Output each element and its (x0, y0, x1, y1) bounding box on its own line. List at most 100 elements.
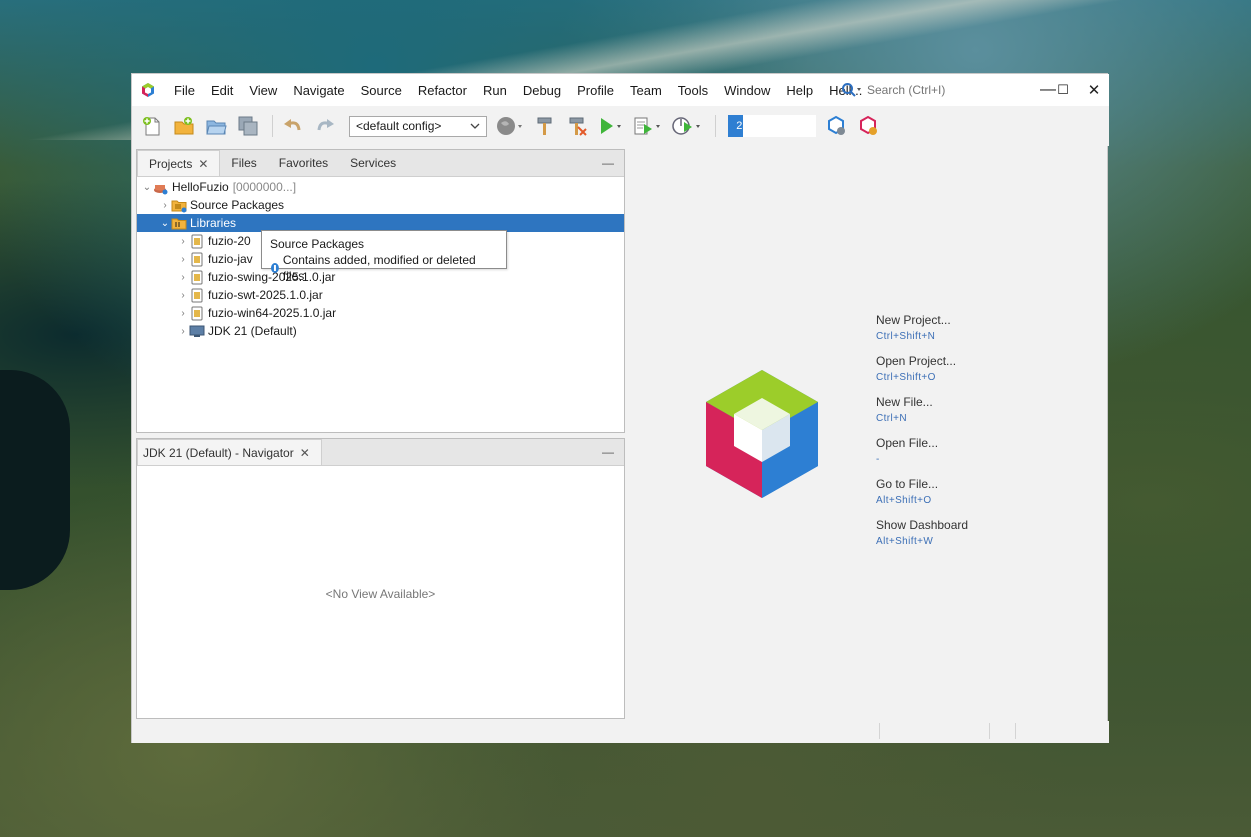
start-action-shortcut: Ctrl+Shift+O (876, 372, 936, 383)
chevron-down-icon (470, 123, 480, 129)
run-button[interactable] (595, 112, 627, 140)
jdk-label: JDK 21 (Default) (208, 324, 297, 338)
tab-navigator-label: JDK 21 (Default) - Navigator (143, 445, 294, 460)
start-action-go-to-file[interactable]: Go to File... Alt+Shift+O (876, 477, 968, 506)
start-action-open-file[interactable]: Open File... - (876, 436, 968, 465)
tree-node-source-packages[interactable]: › Source Packages (137, 196, 624, 214)
modified-badge-icon (270, 263, 279, 273)
search-input[interactable] (863, 80, 1011, 100)
start-action-show-dashboard[interactable]: Show Dashboard Alt+Shift+W (876, 518, 968, 547)
start-action-new-file[interactable]: New File... Ctrl+N (876, 395, 968, 424)
jar-icon (189, 305, 205, 321)
menu-file[interactable]: File (166, 83, 203, 98)
start-action-new-project[interactable]: New Project... Ctrl+Shift+N (876, 313, 968, 342)
navigator-panel: JDK 21 (Default) - Navigator ✕ — <No Vie… (136, 438, 625, 719)
start-action-open-project[interactable]: Open Project... Ctrl+Shift+O (876, 354, 968, 383)
start-action-label: New Project... (876, 313, 951, 327)
menu-refactor[interactable]: Refactor (410, 83, 475, 98)
menu-run[interactable]: Run (475, 83, 515, 98)
debug-icon (634, 117, 660, 135)
memory-indicator[interactable]: 250.0/1448MB (728, 115, 816, 137)
new-project-button[interactable] (170, 112, 198, 140)
product-logo-icon (706, 370, 818, 498)
start-action-shortcut: Alt+Shift+W (876, 536, 934, 547)
source-packages-label: Source Packages (190, 198, 285, 212)
project-name: HelloFuzio (172, 180, 229, 194)
undo-button[interactable] (279, 112, 307, 140)
chevron-right-icon[interactable]: › (159, 200, 171, 211)
config-select[interactable]: <default config> (349, 115, 487, 137)
new-file-button[interactable] (138, 112, 166, 140)
run-icon (601, 118, 621, 134)
projects-tab-strip: Projects ✕ Files Favorites Services — (137, 150, 624, 177)
tab-services[interactable]: Services (339, 150, 407, 176)
app-logo-icon (142, 83, 154, 97)
menu-help[interactable]: Help (778, 83, 821, 98)
minimize-panel-button[interactable]: — (602, 445, 614, 459)
tree-node-jdk[interactable]: › JDK 21 (Default) (137, 322, 624, 340)
debug-button[interactable] (631, 112, 665, 140)
undo-icon (284, 119, 301, 131)
menu-team[interactable]: Team (622, 83, 670, 98)
profile-button[interactable] (669, 112, 705, 140)
menu-profile[interactable]: Profile (569, 83, 622, 98)
clean-build-button[interactable] (563, 112, 591, 140)
tab-files[interactable]: Files (220, 150, 267, 176)
projects-panel: Projects ✕ Files Favorites Services — ⌄ … (136, 149, 625, 433)
start-action-shortcut: Ctrl+Shift+N (876, 331, 936, 342)
gc-button[interactable] (822, 112, 850, 140)
start-action-label: Open Project... (876, 354, 957, 368)
chevron-down-icon[interactable]: ⌄ (141, 182, 153, 193)
menu-source[interactable]: Source (353, 83, 410, 98)
chevron-right-icon[interactable]: › (177, 308, 189, 319)
library-label: fuzio-win64-2025.1.0.jar (208, 306, 337, 320)
chevron-right-icon[interactable]: › (177, 254, 189, 265)
search-icon[interactable] (841, 82, 863, 98)
menu-bar: File Edit View Navigate Source Refactor … (166, 83, 870, 98)
browser-button[interactable] (493, 112, 527, 140)
tab-projects[interactable]: Projects ✕ (137, 150, 221, 176)
chevron-right-icon[interactable]: › (177, 290, 189, 301)
new-project-icon (174, 117, 194, 135)
chevron-right-icon[interactable]: › (177, 326, 189, 337)
start-action-shortcut: - (876, 454, 880, 465)
profile-icon (672, 117, 700, 135)
close-icon[interactable]: ✕ (198, 157, 208, 171)
status-bar (132, 721, 1109, 743)
start-action-label: Go to File... (876, 477, 939, 491)
project-suffix: [0000000...] (232, 180, 297, 194)
tooltip-title: Source Packages (270, 237, 365, 251)
open-project-button[interactable] (202, 112, 230, 140)
library-label: fuzio-jav (208, 252, 253, 266)
chevron-right-icon[interactable]: › (177, 272, 189, 283)
jar-icon (189, 233, 205, 249)
build-button[interactable] (531, 112, 559, 140)
menu-tools[interactable]: Tools (670, 83, 716, 98)
menu-navigate[interactable]: Navigate (285, 83, 352, 98)
tree-node-library[interactable]: › fuzio-swt-2025.1.0.jar (137, 286, 624, 304)
redo-button[interactable] (311, 112, 339, 140)
minimize-panel-button[interactable]: — (602, 156, 614, 170)
chevron-down-icon[interactable]: ⌄ (159, 218, 171, 229)
maximize-button[interactable]: ☐ (1048, 74, 1078, 106)
snapshot-button[interactable] (854, 112, 882, 140)
menu-view[interactable]: View (241, 83, 285, 98)
start-action-label: Open File... (876, 436, 939, 450)
save-all-icon (238, 116, 258, 136)
chevron-right-icon[interactable]: › (177, 236, 189, 247)
menu-debug[interactable]: Debug (515, 83, 569, 98)
menu-edit[interactable]: Edit (203, 83, 241, 98)
close-button[interactable]: ✕ (1079, 74, 1109, 106)
status-divider (989, 723, 990, 739)
save-all-button[interactable] (234, 112, 262, 140)
tab-navigator[interactable]: JDK 21 (Default) - Navigator ✕ (137, 439, 322, 465)
menu-window[interactable]: Window (716, 83, 778, 98)
tree-node-library[interactable]: › fuzio-win64-2025.1.0.jar (137, 304, 624, 322)
globe-icon (497, 117, 522, 135)
close-icon[interactable]: ✕ (300, 446, 310, 460)
tree-node-project[interactable]: ⌄ HelloFuzio [0000000...] (137, 178, 624, 196)
tab-favorites[interactable]: Favorites (268, 150, 339, 176)
start-action-shortcut: Alt+Shift+O (876, 495, 932, 506)
library-label: fuzio-20 (208, 234, 251, 248)
library-folder-icon (171, 215, 187, 231)
